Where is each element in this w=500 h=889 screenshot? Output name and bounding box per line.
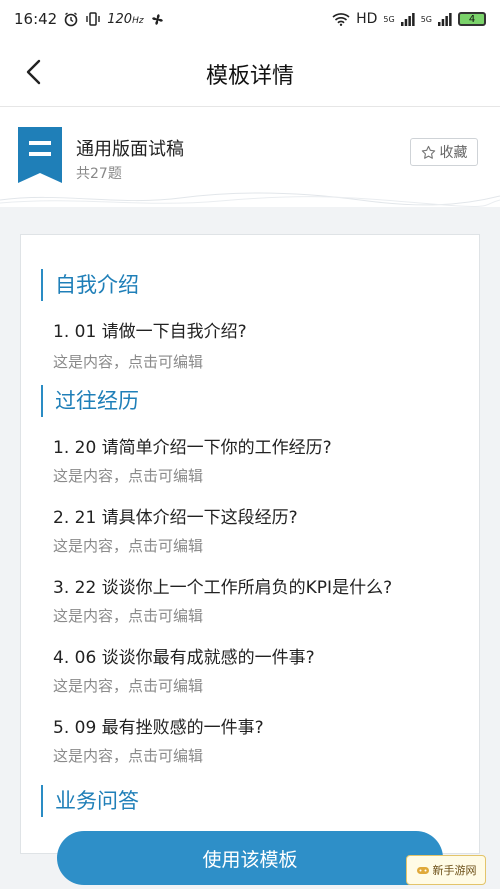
signal-icon [400, 12, 415, 26]
refresh-rate-unit: Hz [132, 15, 144, 26]
status-bar: 16:42 120Hz HD 5G 5G 4 [0, 0, 500, 38]
star-icon [421, 145, 435, 159]
question-answer[interactable]: 这是内容，点击可编辑 [53, 535, 203, 556]
question-item[interactable]: 4. 06 谈谈你最有成就感的一件事? [53, 643, 315, 668]
refresh-rate-value: 120 [107, 11, 133, 27]
question-answer[interactable]: 这是内容，点击可编辑 [53, 675, 203, 696]
question-answer[interactable]: 这是内容，点击可编辑 [53, 465, 203, 486]
vibrate-icon [85, 11, 101, 27]
favorite-label: 收藏 [439, 145, 468, 161]
template-name: 通用版面试稿 [76, 139, 184, 160]
watermark-text: 新手游网 [432, 864, 477, 877]
battery-icon: 4 [458, 12, 486, 26]
questions-card: 自我介绍 1. 01 请做一下自我介绍? 这是内容，点击可编辑 过往经历 1. … [20, 234, 480, 854]
controller-icon [416, 867, 429, 874]
alarm-icon [63, 11, 79, 27]
section-business-qa: 业务问答 [41, 785, 139, 817]
refresh-rate: 120Hz [107, 12, 143, 27]
status-time: 16:42 [14, 10, 58, 28]
question-item[interactable]: 3. 22 谈谈你上一个工作所肩负的KPI是什么? [53, 573, 392, 598]
page-title: 模板详情 [205, 64, 294, 89]
status-left: 16:42 120Hz [14, 10, 165, 28]
question-item[interactable]: 1. 01 请做一下自我介绍? [53, 317, 247, 342]
question-answer[interactable]: 这是内容，点击可编辑 [53, 745, 203, 766]
network-5g-2: 5G [420, 14, 432, 24]
document-icon [18, 127, 62, 183]
signal-icon [438, 12, 452, 26]
section-past-experience: 过往经历 [41, 385, 139, 417]
question-answer[interactable]: 这是内容，点击可编辑 [53, 605, 203, 626]
fan-icon [150, 12, 165, 27]
section-self-intro: 自我介绍 [41, 269, 139, 301]
favorite-button[interactable]: 收藏 [410, 138, 478, 166]
question-item[interactable]: 1. 20 请简单介绍一下你的工作经历? [53, 433, 332, 458]
wifi-icon [332, 12, 350, 26]
question-item[interactable]: 5. 09 最有挫败感的一件事? [53, 713, 264, 738]
battery-level: 4 [468, 13, 476, 25]
app-header: 模板详情 [0, 38, 500, 107]
network-5g-1: 5G [383, 14, 395, 24]
watermark-logo: 新手游网 [406, 855, 486, 885]
question-item[interactable]: 2. 21 请具体介绍一下这段经历? [53, 503, 298, 528]
status-right: HD 5G 5G 4 [332, 11, 486, 27]
divider-wave [0, 192, 500, 207]
question-answer[interactable]: 这是内容，点击可编辑 [53, 351, 203, 372]
question-count: 共27题 [76, 166, 122, 182]
hd-label: HD [356, 11, 378, 27]
use-template-button[interactable]: 使用该模板 [57, 831, 443, 885]
